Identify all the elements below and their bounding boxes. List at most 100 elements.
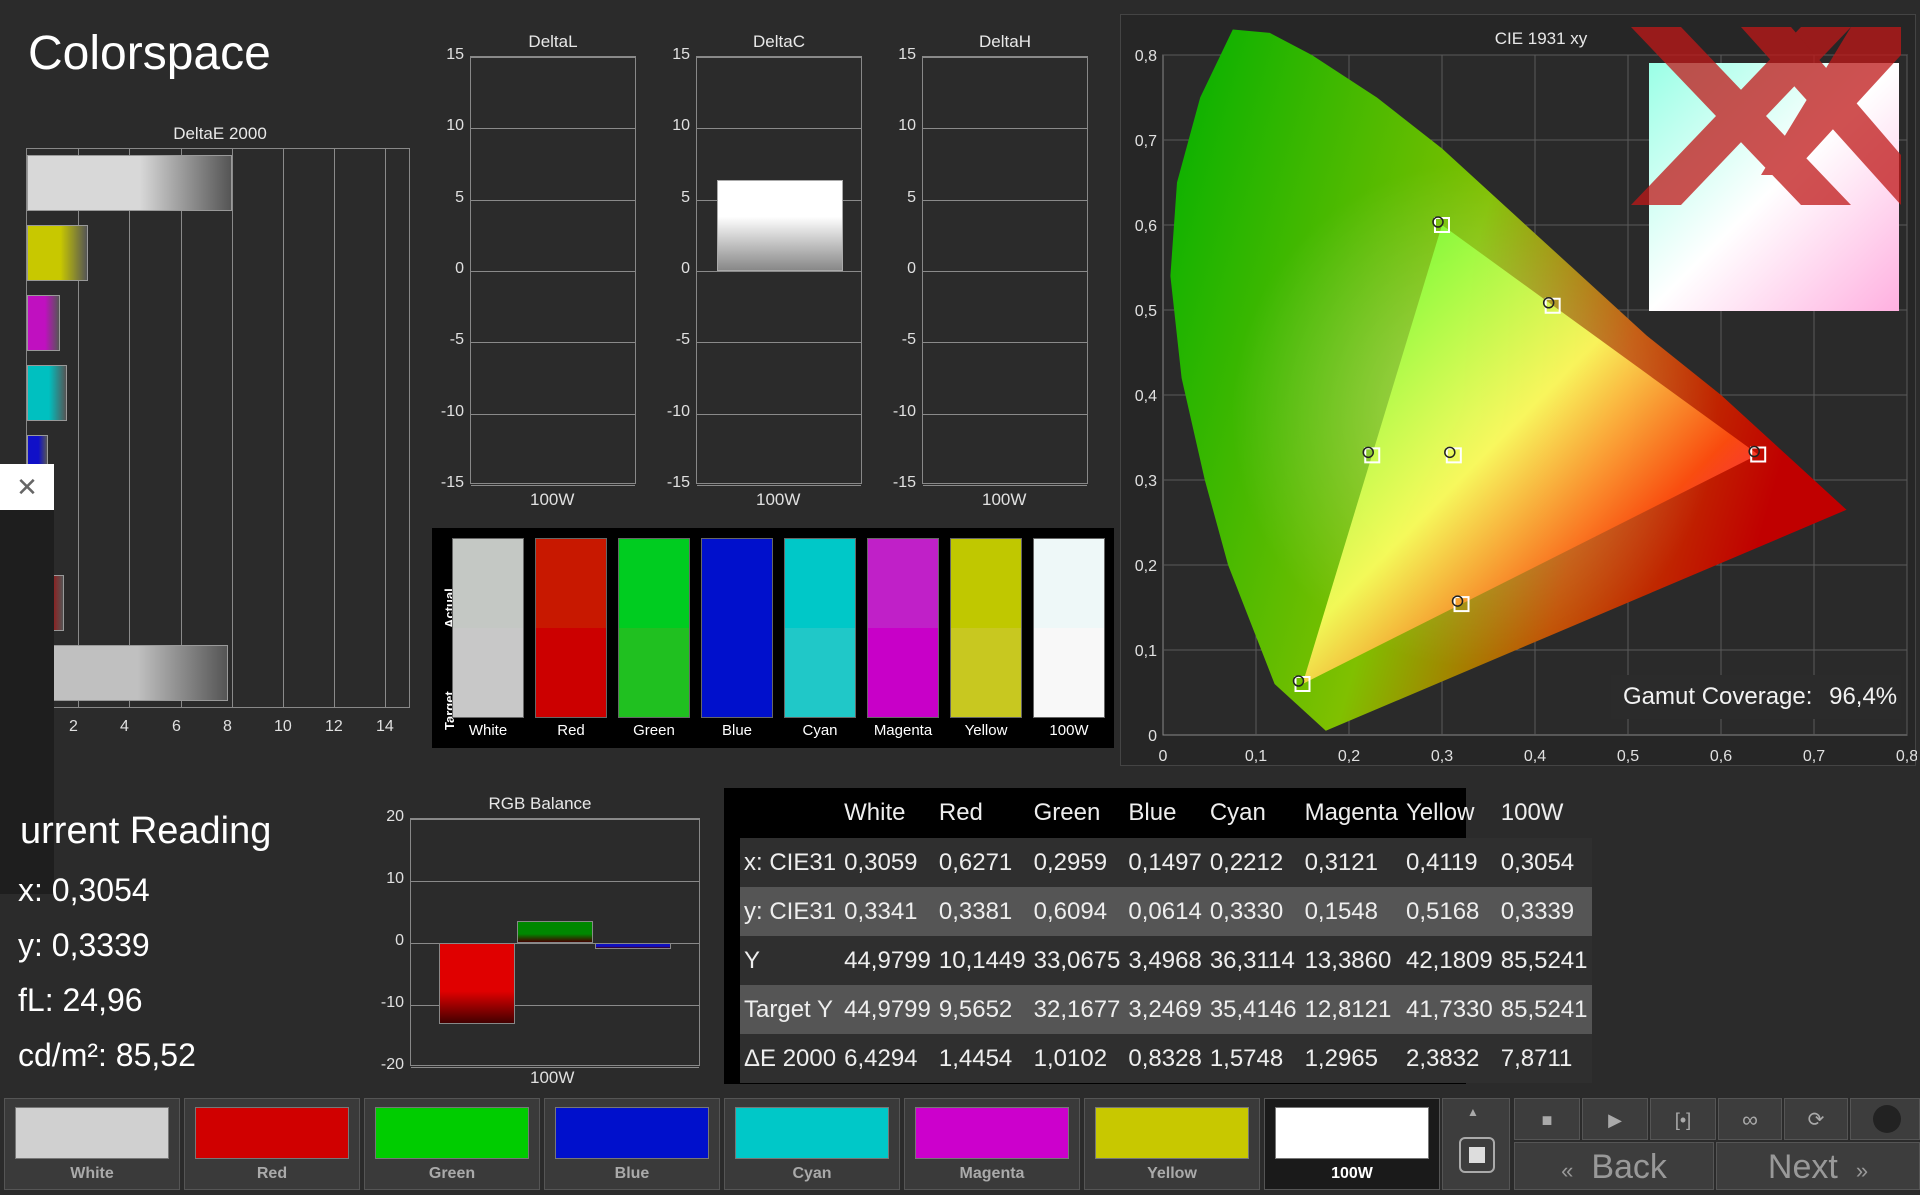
up-arrow-icon: ▲ bbox=[1467, 1105, 1479, 1119]
patch-button-blue[interactable]: Blue bbox=[544, 1098, 720, 1190]
deltae-gridline bbox=[283, 149, 284, 707]
reading-table: White Red Green Blue Cyan Magenta Yellow 100W x:… bbox=[740, 788, 1592, 1083]
delta-bar bbox=[717, 180, 843, 271]
reading-cdm2: cd/m²: 85,52 bbox=[18, 1037, 196, 1073]
swatch-label: White bbox=[468, 722, 508, 739]
cie-title: CIE 1931 xy bbox=[1494, 29, 1588, 48]
patch-button-magenta[interactable]: Magenta bbox=[904, 1098, 1080, 1190]
cie-x-tick-label: 0,2 bbox=[1338, 748, 1360, 765]
deltae-chart-title: DeltaE 2000 bbox=[173, 124, 267, 143]
rgb-tick-label: -10 bbox=[380, 994, 404, 1011]
deltae-tick-label: 12 bbox=[325, 718, 343, 735]
table-cell: 1,4454 bbox=[938, 1044, 1013, 1072]
back-label: Back bbox=[1591, 1148, 1667, 1186]
cie-y-tick-label: 0,2 bbox=[1135, 558, 1157, 575]
patch-label: Yellow bbox=[1147, 1165, 1197, 1182]
cie-x-tick-label: 0 bbox=[1159, 748, 1168, 765]
patch-swatch bbox=[735, 1107, 889, 1159]
stop-icon: ■ bbox=[1541, 1110, 1553, 1130]
next-button[interactable]: Next » bbox=[1716, 1142, 1920, 1190]
measure-once-button[interactable]: [•] bbox=[1650, 1098, 1716, 1140]
delta-gridline bbox=[697, 485, 861, 486]
delta-tick-label: 10 bbox=[446, 117, 464, 134]
table-cell: 7,8711 bbox=[1500, 1044, 1573, 1072]
deltae-gridline bbox=[385, 149, 386, 707]
swatch-label: 100W bbox=[1049, 722, 1089, 739]
play-icon: ▶ bbox=[1608, 1110, 1622, 1130]
delta-tick-label: -15 bbox=[666, 474, 690, 491]
delta-gridline bbox=[923, 485, 1087, 486]
table-cell: 42,1809 bbox=[1405, 946, 1493, 974]
table-cell: 12,8121 bbox=[1304, 995, 1392, 1023]
patch-swatch bbox=[375, 1107, 529, 1159]
delta-gridline bbox=[471, 342, 635, 343]
rgb-tick-label: 10 bbox=[386, 870, 404, 887]
reading-table-panel: White Red Green Blue Cyan Magenta Yellow 100W x:… bbox=[724, 788, 1592, 1084]
table-cell: 0,1497 bbox=[1128, 848, 1202, 876]
swatch-100w bbox=[1033, 538, 1105, 718]
table-cell: 0,4119 bbox=[1405, 848, 1478, 876]
patch-label: Blue bbox=[614, 1165, 650, 1182]
refresh-button[interactable]: ⟳ bbox=[1784, 1098, 1848, 1140]
table-cell: 0,8328 bbox=[1128, 1044, 1202, 1072]
delta-gridline bbox=[923, 128, 1087, 129]
table-cell: 0,6271 bbox=[938, 848, 1013, 876]
delta-tick-label: 10 bbox=[672, 117, 690, 134]
record-button[interactable]: ▲ bbox=[1442, 1098, 1510, 1190]
delta-tick-label: 0 bbox=[681, 260, 690, 277]
rgb-bar-r bbox=[439, 943, 515, 1024]
continuous-button[interactable]: ∞ bbox=[1718, 1098, 1782, 1140]
bracket-icon: [•] bbox=[1674, 1110, 1692, 1130]
patch-label: 100W bbox=[1331, 1165, 1373, 1182]
swatch-label: Green bbox=[633, 722, 675, 739]
deltae-gridline bbox=[129, 149, 130, 707]
close-icon[interactable]: ✕ bbox=[0, 464, 54, 510]
table-cell: 0,3121 bbox=[1304, 848, 1378, 876]
deltae-gridline bbox=[334, 149, 335, 707]
delta-tick-label: -5 bbox=[901, 331, 916, 348]
deltae-tick-label: 6 bbox=[172, 718, 181, 735]
patch-button-yellow[interactable]: Yellow bbox=[1084, 1098, 1260, 1190]
table-cell: 0,3339 bbox=[1500, 897, 1575, 925]
next-label: Next bbox=[1767, 1148, 1838, 1186]
table-cell: 1,0102 bbox=[1033, 1044, 1108, 1072]
current-reading-title: urrent Reading bbox=[20, 810, 272, 852]
swatch-label: Yellow bbox=[964, 722, 1008, 739]
cie-y-tick-label: 0,5 bbox=[1135, 303, 1157, 320]
settings-button[interactable] bbox=[1850, 1098, 1920, 1140]
play-button[interactable]: ▶ bbox=[1582, 1098, 1648, 1140]
deltae-gridline bbox=[232, 149, 233, 707]
delta-chart-title: DeltaH bbox=[979, 32, 1031, 51]
cie-diagram: 0 0,1 0,2 0,3 0,4 0,5 0,6 0,7 0,8 0,8 0,7 0,6 0,5 0,4… bbox=[1135, 27, 1918, 765]
patch-button-white[interactable]: White bbox=[4, 1098, 180, 1190]
delta-gridline bbox=[471, 271, 635, 272]
table-cell: 85,5241 bbox=[1500, 995, 1588, 1023]
table-row: y: CIE31 0,3341 0,3381 0,6094 0,0614 0,3330 0,… bbox=[740, 887, 1592, 936]
patch-label: Magenta bbox=[959, 1165, 1025, 1182]
swatch-label: Red bbox=[557, 722, 585, 739]
refresh-icon: ⟳ bbox=[1807, 1109, 1825, 1131]
patch-swatch bbox=[1095, 1107, 1249, 1159]
patch-button-100w[interactable]: 100W bbox=[1264, 1098, 1440, 1190]
delta-chart-title: DeltaL bbox=[528, 32, 578, 51]
table-cell: 33,0675 bbox=[1033, 946, 1121, 974]
patch-label: Red bbox=[256, 1165, 288, 1182]
color-swatch-panel: Actual Target White Red Green Blue Cyan Magen… bbox=[432, 528, 1114, 748]
deltae-bar-cyan bbox=[27, 365, 67, 421]
delta-chart-deltal bbox=[470, 56, 636, 486]
table-cell: 44,9799 bbox=[844, 995, 931, 1023]
delta-gridline bbox=[697, 128, 861, 129]
patch-button-red[interactable]: Red bbox=[184, 1098, 360, 1190]
patch-button-green[interactable]: Green bbox=[364, 1098, 540, 1190]
cie-x-tick-label: 0,4 bbox=[1524, 748, 1546, 765]
stop-button[interactable]: ■ bbox=[1514, 1098, 1580, 1140]
delta-tick-label: 5 bbox=[681, 189, 690, 206]
table-cell: 0,3341 bbox=[844, 897, 918, 925]
delta-gridline bbox=[697, 414, 861, 415]
deltae-tick-label: 10 bbox=[274, 718, 292, 735]
delta-xlabel: 100W bbox=[982, 490, 1027, 509]
delta-tick-label: 15 bbox=[672, 46, 690, 63]
swatch-magenta bbox=[867, 538, 939, 718]
patch-button-cyan[interactable]: Cyan bbox=[724, 1098, 900, 1190]
back-button[interactable]: « Back bbox=[1514, 1142, 1714, 1190]
